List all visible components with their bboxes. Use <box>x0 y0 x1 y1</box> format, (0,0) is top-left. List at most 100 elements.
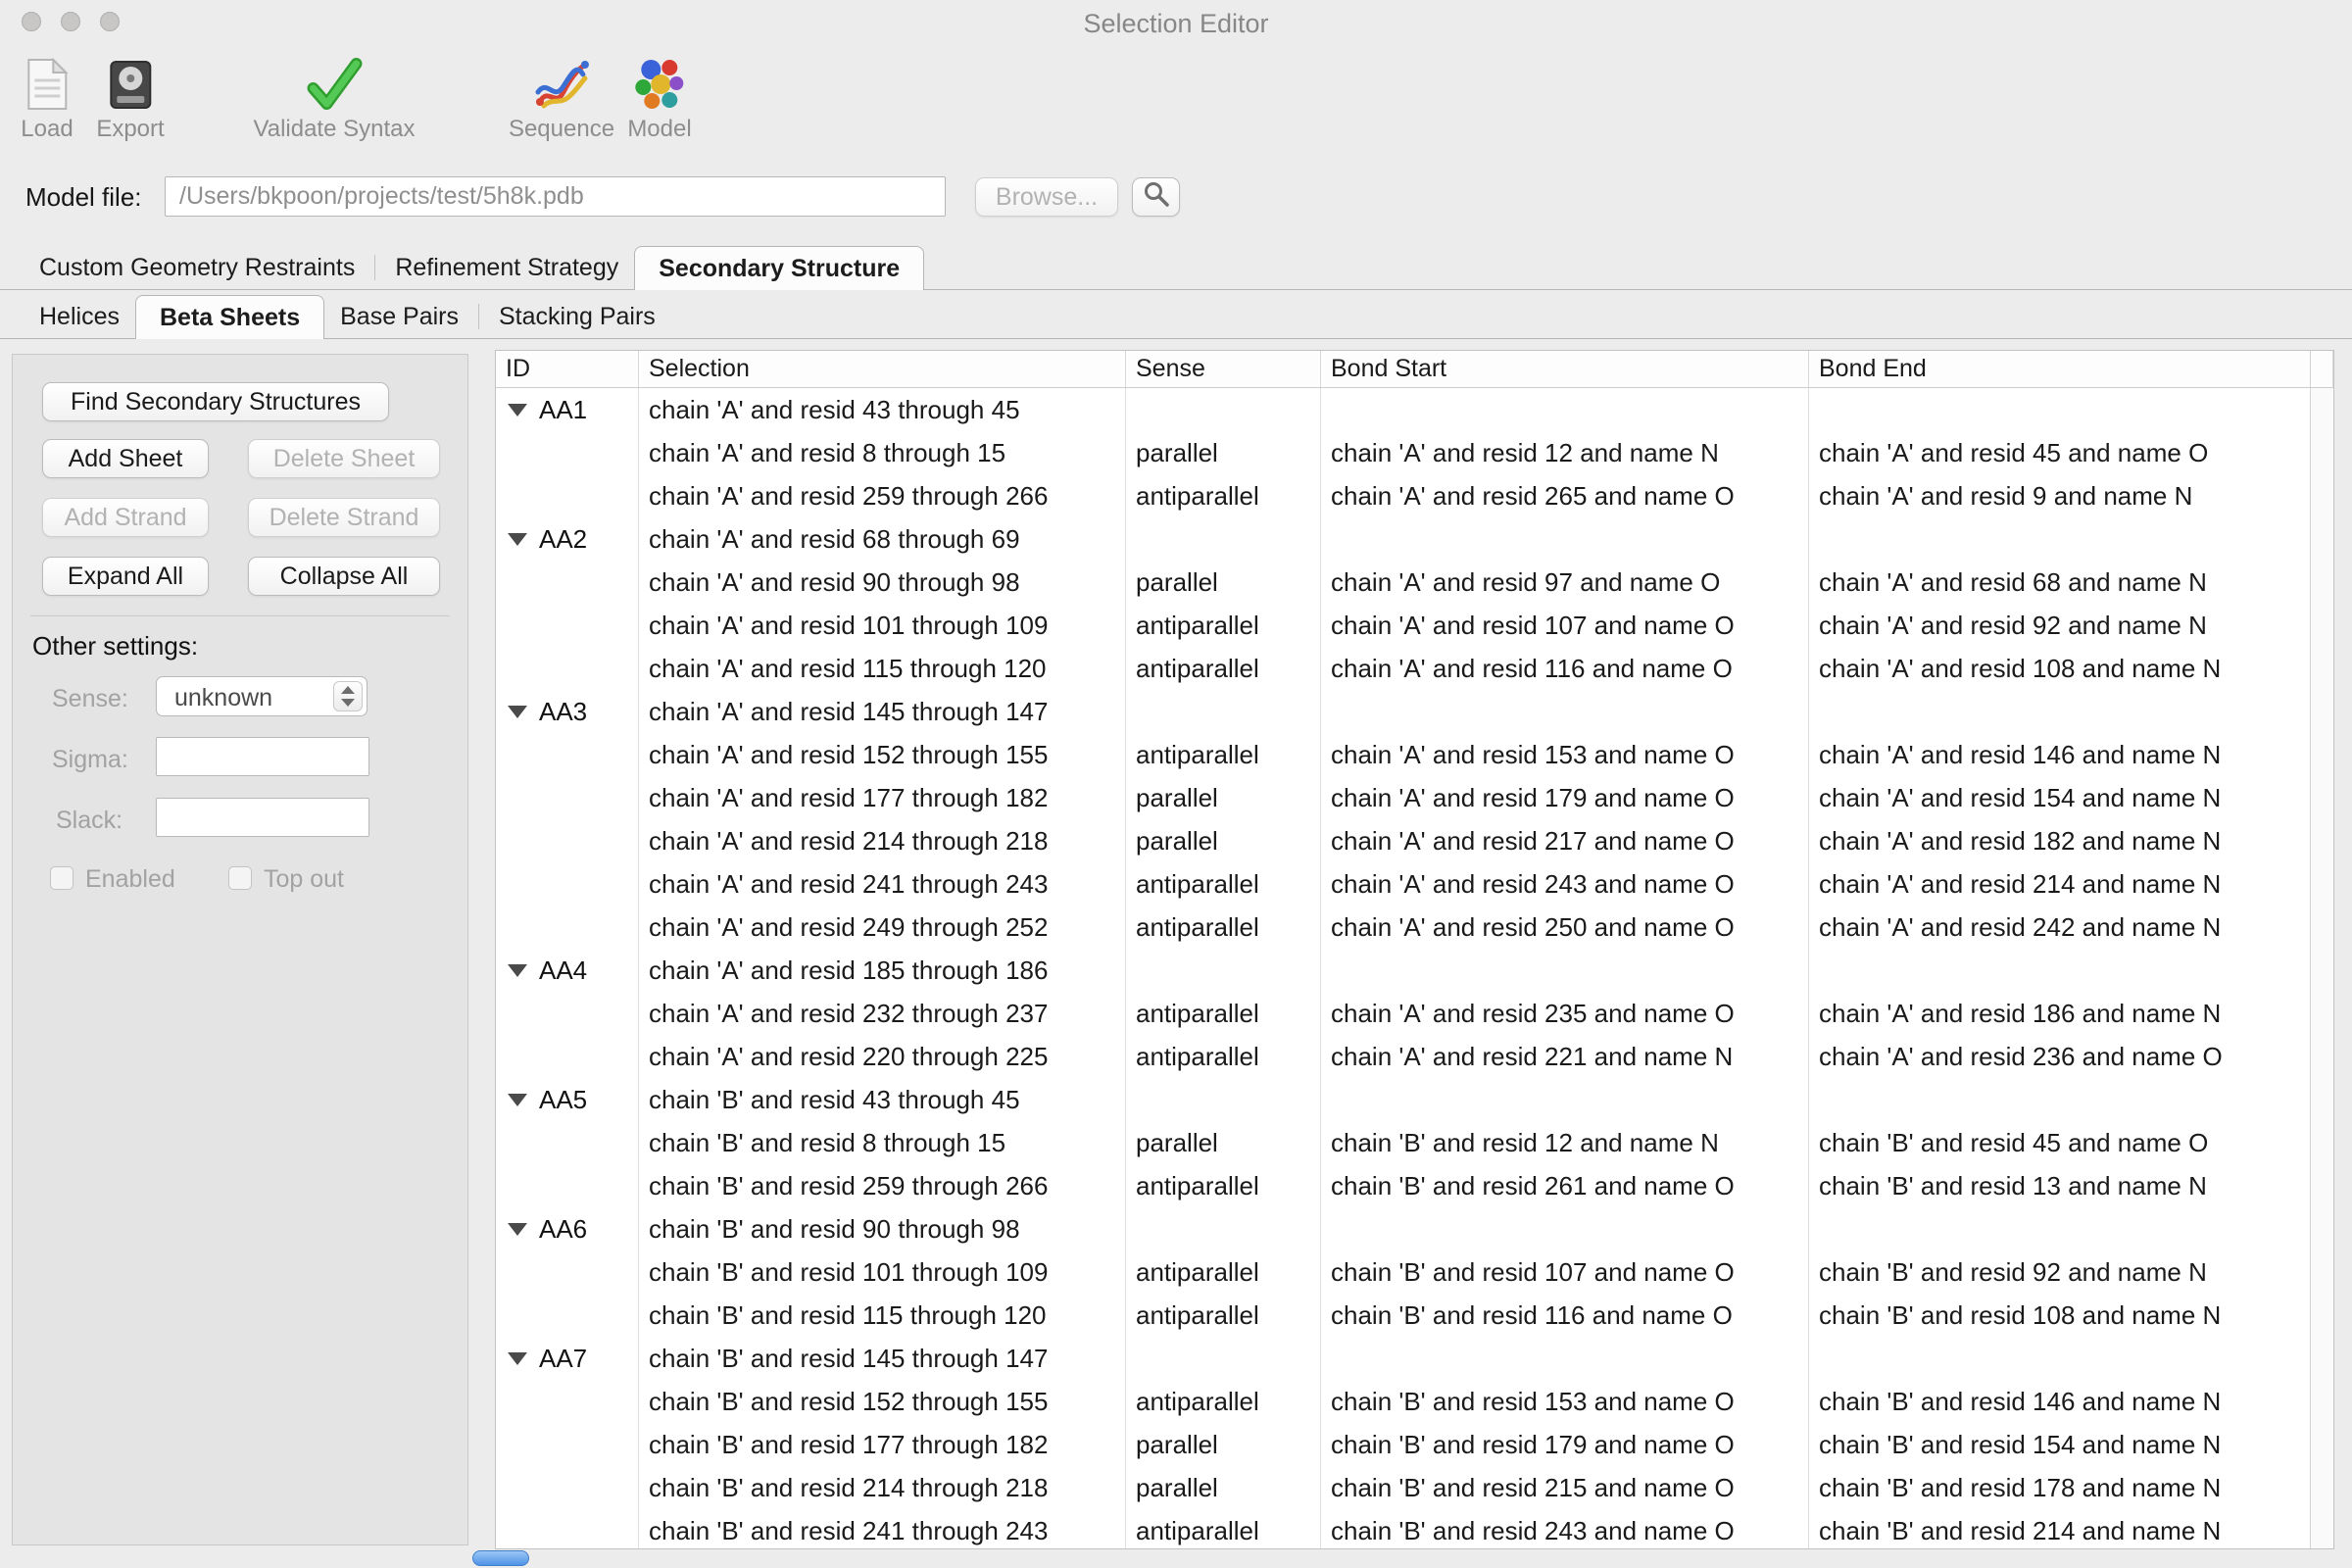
table-row[interactable]: AA1 chain 'A' and resid 43 through 45 <box>496 388 2310 431</box>
table-row[interactable]: chain 'B' and resid 214 through 218 para… <box>496 1466 2310 1509</box>
column-header-sense[interactable]: Sense <box>1126 351 1321 387</box>
table-row[interactable]: AA2 chain 'A' and resid 68 through 69 <box>496 517 2310 561</box>
vertical-scrollbar[interactable] <box>2310 388 2333 1548</box>
disclosure-triangle-icon[interactable] <box>508 1352 527 1365</box>
validate-check-icon <box>254 41 416 112</box>
add-sheet-button[interactable]: Add Sheet <box>42 439 209 478</box>
disclosure-triangle-icon[interactable] <box>508 964 527 977</box>
cell-bond-start <box>1321 949 1809 992</box>
sense-label: Sense: <box>52 685 128 713</box>
enabled-checkbox[interactable] <box>50 866 74 890</box>
cell-sense: parallel <box>1126 561 1321 604</box>
cell-id: AA4 <box>496 949 639 992</box>
disclosure-triangle-icon[interactable] <box>508 533 527 546</box>
cell-sense: parallel <box>1126 1423 1321 1466</box>
disclosure-triangle-icon[interactable] <box>508 706 527 718</box>
table-row[interactable]: chain 'A' and resid 241 through 243 anti… <box>496 862 2310 906</box>
find-secondary-structures-button[interactable]: Find Secondary Structures <box>42 382 389 421</box>
cell-selection: chain 'A' and resid 259 through 266 <box>639 474 1126 517</box>
top-out-checkbox[interactable] <box>228 866 252 890</box>
column-header-selection[interactable]: Selection <box>639 351 1126 387</box>
load-document-icon <box>21 41 73 112</box>
cell-id <box>496 819 639 862</box>
tab-helices[interactable]: Helices <box>24 295 135 338</box>
sense-dropdown[interactable]: unknown <box>156 676 368 716</box>
toolbar-sequence-button[interactable]: Sequence <box>509 41 614 143</box>
browse-button[interactable]: Browse... <box>975 177 1118 217</box>
cell-bond-start: chain 'A' and resid 217 and name O <box>1321 819 1809 862</box>
cell-bond-start: chain 'B' and resid 153 and name O <box>1321 1380 1809 1423</box>
table-row[interactable]: chain 'A' and resid 8 through 15 paralle… <box>496 431 2310 474</box>
tab-beta-sheets[interactable]: Beta Sheets <box>135 295 324 339</box>
table-row[interactable]: AA6 chain 'B' and resid 90 through 98 <box>496 1207 2310 1250</box>
column-header-bond-start[interactable]: Bond Start <box>1321 351 1809 387</box>
cell-bond-start: chain 'B' and resid 243 and name O <box>1321 1509 1809 1548</box>
tab-stacking-pairs[interactable]: Stacking Pairs <box>483 295 671 338</box>
cell-sense: parallel <box>1126 1121 1321 1164</box>
table-row[interactable]: chain 'A' and resid 101 through 109 anti… <box>496 604 2310 647</box>
toolbar-export-button[interactable]: Export <box>96 41 164 143</box>
table-row[interactable]: chain 'B' and resid 8 through 15 paralle… <box>496 1121 2310 1164</box>
table-row[interactable]: chain 'A' and resid 115 through 120 anti… <box>496 647 2310 690</box>
slack-input[interactable] <box>156 798 369 837</box>
table-row[interactable]: chain 'B' and resid 241 through 243 anti… <box>496 1509 2310 1548</box>
cell-id <box>496 604 639 647</box>
table-row[interactable]: AA5 chain 'B' and resid 43 through 45 <box>496 1078 2310 1121</box>
sheet-id-label: AA4 <box>539 949 587 992</box>
table-row[interactable]: chain 'A' and resid 220 through 225 anti… <box>496 1035 2310 1078</box>
table-row[interactable]: AA7 chain 'B' and resid 145 through 147 <box>496 1337 2310 1380</box>
table-row[interactable]: chain 'A' and resid 177 through 182 para… <box>496 776 2310 819</box>
table-row[interactable]: chain 'B' and resid 101 through 109 anti… <box>496 1250 2310 1294</box>
tab-custom-geometry-restraints[interactable]: Custom Geometry Restraints <box>24 246 370 289</box>
tab-base-pairs[interactable]: Base Pairs <box>324 295 474 338</box>
table-row[interactable]: chain 'B' and resid 259 through 266 anti… <box>496 1164 2310 1207</box>
disclosure-triangle-icon[interactable] <box>508 1223 527 1236</box>
cell-sense: parallel <box>1126 776 1321 819</box>
column-header-bond-end[interactable]: Bond End <box>1809 351 2310 387</box>
cell-selection: chain 'A' and resid 43 through 45 <box>639 388 1126 431</box>
table-row[interactable]: AA4 chain 'A' and resid 185 through 186 <box>496 949 2310 992</box>
add-strand-button[interactable]: Add Strand <box>42 498 209 537</box>
cell-bond-start: chain 'B' and resid 179 and name O <box>1321 1423 1809 1466</box>
table-row[interactable]: chain 'A' and resid 90 through 98 parall… <box>496 561 2310 604</box>
cell-id <box>496 1380 639 1423</box>
delete-strand-button[interactable]: Delete Strand <box>248 498 440 537</box>
toolbar-validate-syntax-button[interactable]: Validate Syntax <box>254 41 416 143</box>
cell-sense: antiparallel <box>1126 1250 1321 1294</box>
table-row[interactable]: chain 'A' and resid 249 through 252 anti… <box>496 906 2310 949</box>
cell-bond-start: chain 'A' and resid 179 and name O <box>1321 776 1809 819</box>
cell-id <box>496 474 639 517</box>
table-row[interactable]: chain 'A' and resid 232 through 237 anti… <box>496 992 2310 1035</box>
table-row[interactable]: chain 'B' and resid 115 through 120 anti… <box>496 1294 2310 1337</box>
table-row[interactable]: chain 'B' and resid 152 through 155 anti… <box>496 1380 2310 1423</box>
cell-id <box>496 1035 639 1078</box>
table-body: AA1 chain 'A' and resid 43 through 45 ch… <box>496 388 2310 1548</box>
disclosure-triangle-icon[interactable] <box>508 1094 527 1106</box>
cell-sense: antiparallel <box>1126 1035 1321 1078</box>
cell-bond-end: chain 'A' and resid 9 and name N <box>1809 474 2310 517</box>
toolbar-model-button[interactable]: Model <box>627 41 691 143</box>
cell-bond-end: chain 'B' and resid 45 and name O <box>1809 1121 2310 1164</box>
cell-bond-start <box>1321 1078 1809 1121</box>
tab-secondary-structure[interactable]: Secondary Structure <box>634 246 924 290</box>
tab-refinement-strategy[interactable]: Refinement Strategy <box>379 246 634 289</box>
search-button[interactable] <box>1132 177 1180 217</box>
expand-all-button[interactable]: Expand All <box>42 557 209 596</box>
table-row[interactable]: AA3 chain 'A' and resid 145 through 147 <box>496 690 2310 733</box>
table-row[interactable]: chain 'A' and resid 259 through 266 anti… <box>496 474 2310 517</box>
disclosure-triangle-icon[interactable] <box>508 404 527 416</box>
cell-bond-end: chain 'B' and resid 146 and name N <box>1809 1380 2310 1423</box>
cell-sense <box>1126 1337 1321 1380</box>
horizontal-scrollbar-thumb[interactable] <box>472 1550 529 1566</box>
table-row[interactable]: chain 'A' and resid 214 through 218 para… <box>496 819 2310 862</box>
model-file-input[interactable] <box>165 176 946 217</box>
delete-sheet-button[interactable]: Delete Sheet <box>248 439 440 478</box>
sigma-input[interactable] <box>156 737 369 776</box>
collapse-all-button[interactable]: Collapse All <box>248 557 440 596</box>
table-row[interactable]: chain 'B' and resid 177 through 182 para… <box>496 1423 2310 1466</box>
cell-id: AA1 <box>496 388 639 431</box>
toolbar-load-button[interactable]: Load <box>21 41 73 143</box>
column-header-id[interactable]: ID <box>496 351 639 387</box>
cell-selection: chain 'A' and resid 185 through 186 <box>639 949 1126 992</box>
table-row[interactable]: chain 'A' and resid 152 through 155 anti… <box>496 733 2310 776</box>
